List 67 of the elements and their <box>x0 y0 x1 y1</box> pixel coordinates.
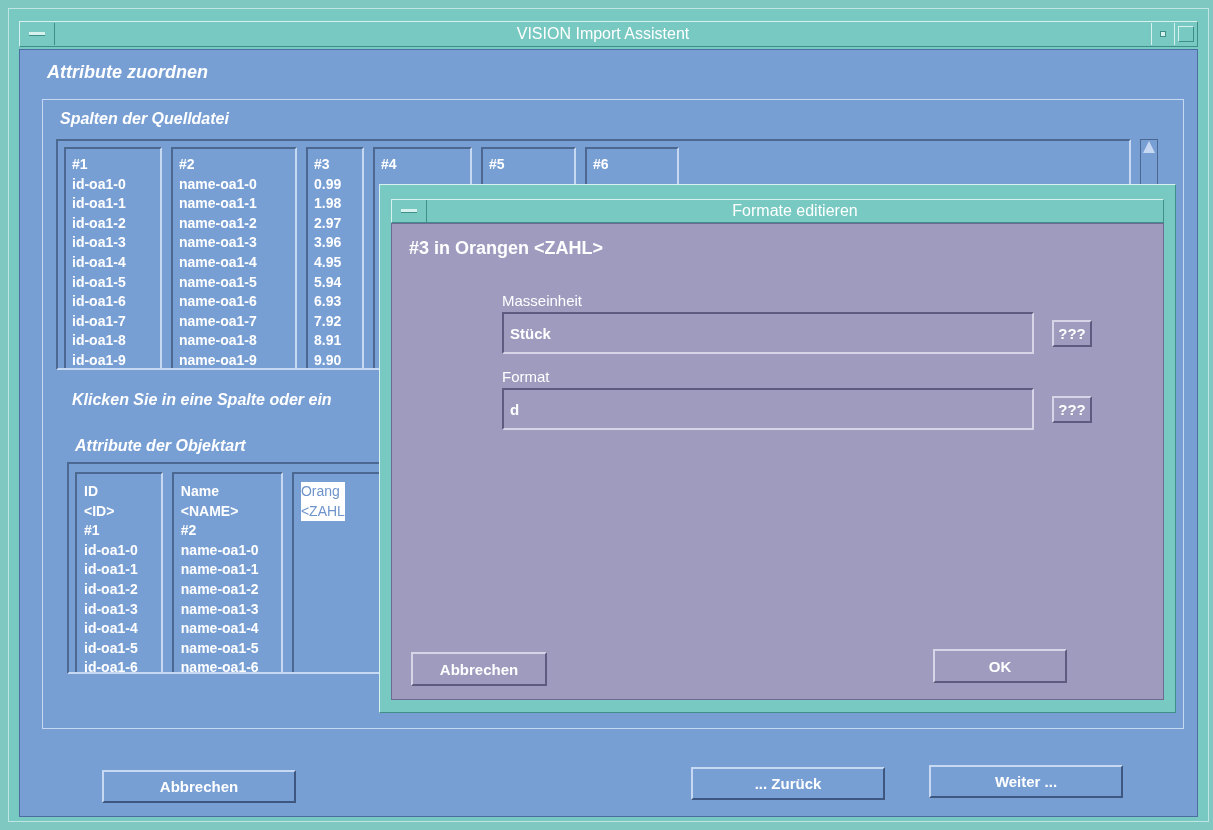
attribute-value: id-oa1-6 <box>84 658 139 672</box>
column-value: 4.95 <box>314 252 343 272</box>
page-heading: Attribute zuordnen <box>47 62 209 84</box>
field-label: Format <box>502 368 551 387</box>
attribute-value: id-oa1-1 <box>84 560 139 580</box>
column-header: #5 <box>489 155 506 174</box>
column-value: 8.91 <box>314 331 343 351</box>
column-value: id-oa1-8 <box>72 331 127 351</box>
group-title: Spalten der Quelldatei <box>60 110 230 129</box>
dialog-heading: #3 in Orangen <ZAHL> <box>409 238 605 259</box>
column-value: name-oa1-9 <box>179 350 258 368</box>
attribute-value: id-oa1-3 <box>84 599 139 619</box>
attribute-value: <ID> <box>84 501 116 521</box>
attribute-value: ID <box>84 482 99 501</box>
column-value: id-oa1-0 <box>72 174 127 194</box>
attribute-value: name-oa1-5 <box>180 638 260 658</box>
attribute-value: id-oa1-0 <box>84 540 139 560</box>
column-value: name-oa1-4 <box>179 252 258 272</box>
attribute-value: name-oa1-2 <box>180 579 260 599</box>
column-value: name-oa1-0 <box>179 174 258 194</box>
column-value: name-oa1-3 <box>179 233 258 253</box>
column-value: 1.98 <box>314 194 343 214</box>
column-value: id-oa1-7 <box>72 311 127 331</box>
attribute-value: <ZAHL <box>300 501 345 521</box>
attribute-value: id-oa1-4 <box>84 619 139 639</box>
attribute-value: #2 <box>180 521 198 541</box>
column-header: #4 <box>381 155 398 174</box>
column-value: id-oa1-1 <box>72 194 127 214</box>
column-value: id-oa1-2 <box>72 213 127 233</box>
column-value: id-oa1-4 <box>72 252 127 272</box>
column-header: #2 <box>179 155 196 174</box>
attribute-value: name-oa1-3 <box>180 599 260 619</box>
column-value: name-oa1-7 <box>179 311 258 331</box>
attribute-value: <NAME> <box>180 501 240 521</box>
column-value: 7.92 <box>314 311 343 331</box>
attribute-value: name-oa1-4 <box>180 619 260 639</box>
column-value: name-oa1-2 <box>179 213 258 233</box>
column-value: name-oa1-6 <box>179 292 258 312</box>
column-value: name-oa1-8 <box>179 331 258 351</box>
column-value: 2.97 <box>314 213 343 233</box>
attribute-value: Orang <box>300 482 341 501</box>
attribute-value: name-oa1-6 <box>180 658 260 672</box>
column-value: id-oa1-6 <box>72 292 127 312</box>
column-header: #3 <box>314 155 331 174</box>
attribute-value: name-oa1-0 <box>180 540 260 560</box>
column-value: id-oa1-9 <box>72 350 127 368</box>
column-value: name-oa1-5 <box>179 272 258 292</box>
group-title: Attribute der Objektart <box>75 437 247 456</box>
column-value: name-oa1-1 <box>179 194 258 214</box>
hint-text: Klicken Sie in eine Spalte oder ein <box>72 391 332 410</box>
dialog-title: Formate editieren <box>731 202 859 220</box>
column-value: 6.93 <box>314 292 343 312</box>
column-value: 3.96 <box>314 233 343 253</box>
attribute-value: Name <box>180 482 220 501</box>
attribute-value: id-oa1-5 <box>84 638 139 658</box>
column-value: 0.99 <box>314 174 343 194</box>
attribute-value: name-oa1-1 <box>180 560 260 580</box>
column-value: 5.94 <box>314 272 343 292</box>
column-value: 9.90 <box>314 350 343 368</box>
column-value: id-oa1-5 <box>72 272 127 292</box>
attribute-value: #1 <box>84 521 101 541</box>
column-value: id-oa1-3 <box>72 233 127 253</box>
column-header: #6 <box>593 155 610 174</box>
column-header: #1 <box>72 155 89 174</box>
attribute-value: id-oa1-2 <box>84 579 139 599</box>
window-title: VISION Import Assistent <box>515 25 691 43</box>
field-label: Masseinheit <box>502 292 584 311</box>
